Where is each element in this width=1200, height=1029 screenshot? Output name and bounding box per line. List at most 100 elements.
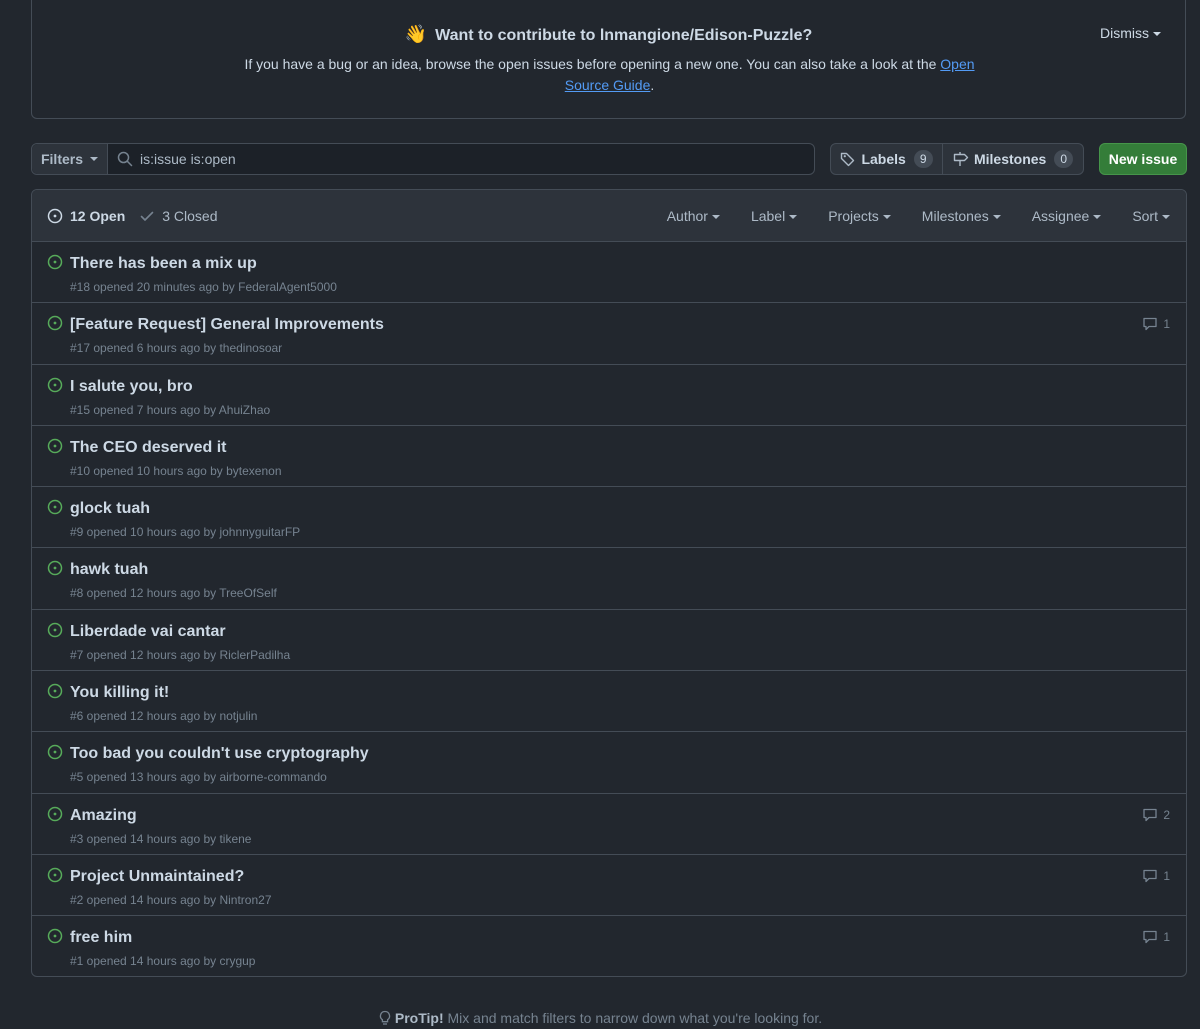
issue-row[interactable]: Amazing #3 opened 14 hours ago by tikene 2 bbox=[32, 794, 1186, 855]
wave-icon: 👋 bbox=[404, 24, 428, 44]
comment-count: 1 bbox=[1163, 868, 1170, 883]
comment-icon bbox=[1143, 931, 1157, 944]
issue-title-link[interactable]: glock tuah bbox=[70, 500, 150, 518]
comment-count: 1 bbox=[1163, 317, 1170, 332]
issue-title-link[interactable]: The CEO deserved it bbox=[70, 439, 227, 457]
issue-title-link[interactable]: I salute you, bro bbox=[70, 378, 193, 396]
filters-button[interactable]: Filters bbox=[32, 144, 108, 174]
issue-meta: #3 opened 14 hours ago by tikene bbox=[70, 831, 252, 846]
issue-title-link[interactable]: Too bad you couldn't use cryptography bbox=[70, 745, 369, 763]
comment-count: 1 bbox=[1163, 930, 1170, 945]
comments-link[interactable]: 1 bbox=[1142, 929, 1170, 945]
issue-row[interactable]: There has been a mix up #18 opened 20 min… bbox=[32, 242, 1186, 304]
comments-link[interactable]: 1 bbox=[1142, 316, 1170, 332]
protip: ProTip! Mix and match filters to narrow … bbox=[0, 1010, 1200, 1026]
issue-meta: #10 opened 10 hours ago by bytexenon bbox=[70, 463, 282, 478]
comments-link[interactable]: 1 bbox=[1142, 868, 1170, 884]
issue-row[interactable]: The CEO deserved it #10 opened 10 hours a… bbox=[32, 426, 1186, 488]
open-count-label: 12 Open bbox=[70, 207, 126, 224]
assignee-filter-label: Assignee bbox=[1031, 208, 1090, 224]
labels-milestones-group: Labels 9 Milestones 0 bbox=[830, 143, 1084, 175]
issue-row[interactable]: I salute you, bro #15 opened 7 hours ago … bbox=[32, 365, 1186, 426]
header-filters: Author Label Projects Milestones Assigne… bbox=[667, 190, 1170, 242]
milestones-filter[interactable]: Milestones bbox=[922, 208, 1001, 224]
protip-label: ProTip! bbox=[394, 1010, 444, 1026]
issue-opened-icon bbox=[47, 316, 63, 331]
issue-title-link[interactable]: free him bbox=[70, 929, 132, 947]
issue-opened-icon bbox=[47, 208, 63, 223]
issues-list-header: 12 Open 3 Closed Author Label Projects M… bbox=[32, 190, 1186, 242]
comment-count: 2 bbox=[1163, 807, 1170, 822]
chevron-down-icon bbox=[1153, 32, 1161, 37]
protip-text: Mix and match filters to narrow down wha… bbox=[443, 1010, 823, 1026]
issue-meta: #18 opened 20 minutes ago by FederalAgen… bbox=[70, 280, 337, 294]
light-bulb-icon bbox=[379, 1010, 391, 1025]
dismiss-button[interactable]: Dismiss bbox=[1100, 25, 1161, 41]
banner-title: 👋 Want to contribute to lnmangione/Edison… bbox=[32, 24, 1185, 45]
issue-opened-icon bbox=[47, 622, 63, 638]
issue-row[interactable]: You killing it! #6 opened 12 hours ago by… bbox=[32, 671, 1186, 733]
issue-meta: #9 opened 10 hours ago by johnnyguitarFP bbox=[70, 525, 301, 540]
projects-filter[interactable]: Projects bbox=[828, 208, 891, 224]
issue-rows: There has been a mix up #18 opened 20 min… bbox=[32, 242, 1186, 976]
issues-list: 12 Open 3 Closed Author Label Projects M… bbox=[31, 189, 1187, 977]
issue-opened-icon bbox=[47, 806, 63, 821]
issue-opened-icon bbox=[47, 438, 63, 454]
filters-label: Filters bbox=[40, 151, 83, 167]
dismiss-label: Dismiss bbox=[1100, 25, 1149, 41]
issue-title-link[interactable]: Project Unmaintained? bbox=[70, 868, 244, 886]
issue-opened-icon bbox=[47, 929, 63, 944]
issue-meta: #17 opened 6 hours ago by thedinosoar bbox=[70, 341, 283, 356]
author-filter[interactable]: Author bbox=[667, 208, 720, 224]
issue-opened-icon bbox=[47, 683, 63, 699]
new-issue-button[interactable]: New issue bbox=[1099, 143, 1187, 175]
issue-row[interactable]: glock tuah #9 opened 10 hours ago by john… bbox=[32, 487, 1186, 549]
labels-button[interactable]: Labels 9 bbox=[831, 144, 943, 174]
issue-title-link[interactable]: [Feature Request] General Improvements bbox=[70, 316, 384, 334]
milestones-button[interactable]: Milestones 0 bbox=[943, 144, 1083, 174]
comments-link[interactable]: 2 bbox=[1142, 807, 1170, 823]
issue-row[interactable]: Project Unmaintained? #2 opened 14 hours … bbox=[32, 855, 1186, 917]
issue-opened-icon bbox=[47, 377, 63, 392]
label-filter[interactable]: Label bbox=[751, 208, 798, 224]
issue-title-link[interactable]: hawk tuah bbox=[70, 561, 148, 579]
comment-icon bbox=[1143, 808, 1157, 821]
sort-filter[interactable]: Sort bbox=[1132, 208, 1170, 224]
issue-row[interactable]: Liberdade vai cantar #7 opened 12 hours a… bbox=[32, 610, 1186, 672]
closed-issues-tab[interactable]: 3 Closed bbox=[139, 207, 218, 224]
open-issues-tab[interactable]: 12 Open bbox=[47, 208, 125, 224]
issue-title-link[interactable]: Liberdade vai cantar bbox=[70, 623, 226, 641]
issue-row[interactable]: hawk tuah #8 opened 12 hours ago by TreeO… bbox=[32, 548, 1186, 610]
banner-description: If you have a bug or an idea, browse the… bbox=[232, 54, 987, 96]
chevron-down-icon bbox=[1093, 215, 1102, 220]
contribute-banner: 👋 Want to contribute to lnmangione/Edison… bbox=[31, 0, 1186, 119]
tag-icon bbox=[841, 152, 855, 167]
labels-count: 9 bbox=[913, 150, 933, 168]
search-wrapper bbox=[108, 144, 814, 174]
issue-title-link[interactable]: Amazing bbox=[70, 807, 137, 825]
issue-row[interactable]: Too bad you couldn't use cryptography #5 … bbox=[32, 732, 1186, 794]
milestone-icon bbox=[953, 152, 969, 166]
issue-meta: #5 opened 13 hours ago by airborne-comma… bbox=[70, 770, 327, 785]
issue-row[interactable]: [Feature Request] General Improvements #1… bbox=[32, 303, 1186, 365]
issue-opened-icon bbox=[47, 499, 63, 515]
check-icon bbox=[140, 211, 154, 221]
search-input[interactable] bbox=[140, 151, 780, 167]
issue-title-link[interactable]: You killing it! bbox=[70, 684, 169, 702]
sort-filter-label: Sort bbox=[1132, 208, 1158, 224]
issue-meta: #7 opened 12 hours ago by RiclerPadilha bbox=[70, 647, 291, 662]
issue-row[interactable]: free him #1 opened 14 hours ago by crygup… bbox=[32, 916, 1186, 976]
assignee-filter[interactable]: Assignee bbox=[1032, 208, 1102, 224]
comment-icon bbox=[1143, 318, 1157, 331]
banner-desc-end: . bbox=[650, 77, 655, 93]
issue-opened-icon bbox=[47, 745, 63, 760]
chevron-down-icon bbox=[90, 157, 98, 161]
issue-meta: #15 opened 7 hours ago by AhuiZhao bbox=[70, 402, 271, 417]
filter-search-group: Filters bbox=[31, 143, 815, 175]
chevron-down-icon bbox=[789, 215, 798, 220]
banner-title-text: Want to contribute to lnmangione/Edison-… bbox=[435, 27, 813, 44]
closed-count-label: 3 Closed bbox=[162, 207, 218, 224]
issue-opened-icon bbox=[47, 254, 63, 270]
issue-title-link[interactable]: There has been a mix up bbox=[70, 255, 257, 273]
issue-meta: #1 opened 14 hours ago by crygup bbox=[70, 954, 256, 969]
